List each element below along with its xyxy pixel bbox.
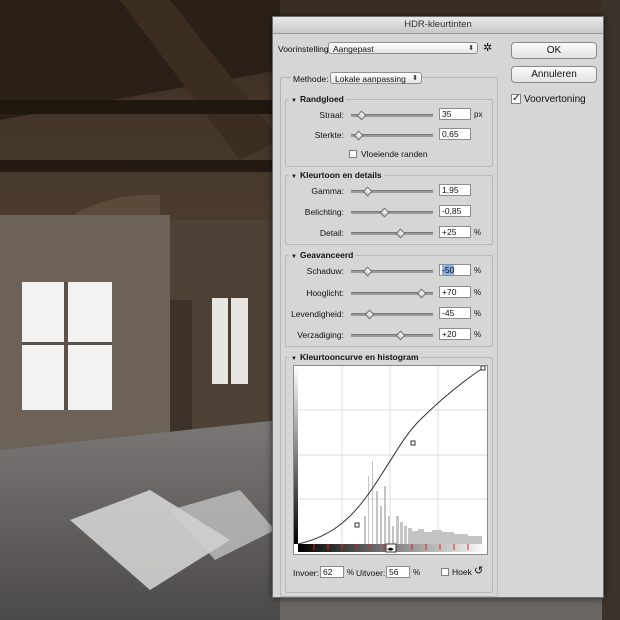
exposure-label: Belichting: [304,207,344,217]
dialog-title: HDR-kleurtinten [273,17,603,34]
advanced-title[interactable]: ▼ Geavanceerd [289,250,356,260]
preset-label: Voorinstelling: [278,44,331,54]
corner-label: Hoek [452,567,472,577]
saturation-input[interactable]: +20 [439,328,471,340]
disclosure-triangle-icon: ▼ [291,98,297,104]
disclosure-triangle-icon: ▼ [291,356,297,362]
preview-label: Voorvertoning [524,94,586,105]
output-field[interactable]: 56 [386,566,410,578]
strength-input[interactable]: 0,65 [439,128,471,140]
select-arrows-icon: ⬍ [468,45,474,52]
input-label: Invoer: [293,568,319,578]
shadow-label: Schaduw: [306,266,344,276]
output-unit: % [413,568,421,577]
tone-detail-title[interactable]: ▼ Kleurtoon en details [289,170,384,180]
gamma-input[interactable]: 1,95 [439,184,471,196]
saturation-slider[interactable] [351,330,433,341]
vibrance-unit: % [474,309,482,318]
saturation-unit: % [474,330,482,339]
input-unit: % [347,568,355,577]
detail-slider[interactable] [351,228,433,239]
curve-title-text: Kleurtooncurve en histogram [299,352,419,362]
corner-checkbox[interactable] [441,568,449,576]
radius-unit: px [474,110,483,119]
preview-checkbox[interactable]: ✓ [511,94,521,104]
svg-text:◂▸: ◂▸ [387,545,395,553]
detail-label: Detail: [319,228,344,238]
exposure-slider[interactable] [351,207,433,218]
output-label: Uitvoer: [356,568,386,578]
gamma-label: Gamma: [311,186,344,196]
shadow-unit: % [474,266,482,275]
strength-label: Sterkte: [314,130,344,140]
method-select[interactable]: Lokale aanpassing ⬍ [330,72,422,84]
edge-glow-title[interactable]: ▼ Randgloed [289,94,346,104]
highlight-slider[interactable] [351,288,433,299]
detail-unit: % [474,228,482,237]
disclosure-triangle-icon: ▼ [291,254,297,260]
vibrance-label: Levendigheid: [291,309,344,319]
detail-input[interactable]: +25 [439,226,471,238]
edge-glow-title-text: Randgloed [299,94,344,104]
hdr-toning-dialog: HDR-kleurtinten Voorinstelling: Aangepas… [272,16,604,598]
tone-detail-title-text: Kleurtoon en details [299,170,382,180]
highlight-input[interactable]: +70 [439,286,471,298]
radius-slider[interactable] [351,110,433,121]
reset-icon[interactable]: ↺ [474,564,483,577]
vibrance-slider[interactable] [351,309,433,320]
gear-icon[interactable]: ✲ [483,41,492,54]
saturation-label: Verzadiging: [297,330,344,340]
method-label: Methode: [291,74,331,84]
curve-title[interactable]: ▼ Kleurtooncurve en histogram [289,352,421,362]
gamma-slider[interactable] [351,186,433,197]
radius-input[interactable]: 35 [439,108,471,120]
shadow-input[interactable]: -50 [439,264,471,276]
method-value: Lokale aanpassing [335,74,406,84]
select-arrows-icon: ⬍ [412,75,418,82]
exposure-input[interactable]: -0,85 [439,205,471,217]
shadow-value: -50 [442,265,455,275]
strength-slider[interactable] [351,130,433,141]
advanced-title-text: Geavanceerd [299,250,354,260]
curve-histogram-graph[interactable]: ◂▸ [293,365,488,555]
ok-button[interactable]: OK [511,42,597,59]
vibrance-input[interactable]: -45 [439,307,471,319]
highlight-label: Hooglicht: [306,288,344,298]
cancel-button[interactable]: Annuleren [511,66,597,83]
radius-label: Straal: [319,110,344,120]
preset-value: Aangepast [333,44,374,54]
input-field[interactable]: 62 [320,566,344,578]
smooth-edges-checkbox[interactable] [349,150,357,158]
preset-select[interactable]: Aangepast ⬍ [328,42,478,54]
disclosure-triangle-icon: ▼ [291,174,297,180]
highlight-unit: % [474,288,482,297]
smooth-edges-label: Vloeiende randen [361,149,428,159]
shadow-slider[interactable] [351,266,433,277]
